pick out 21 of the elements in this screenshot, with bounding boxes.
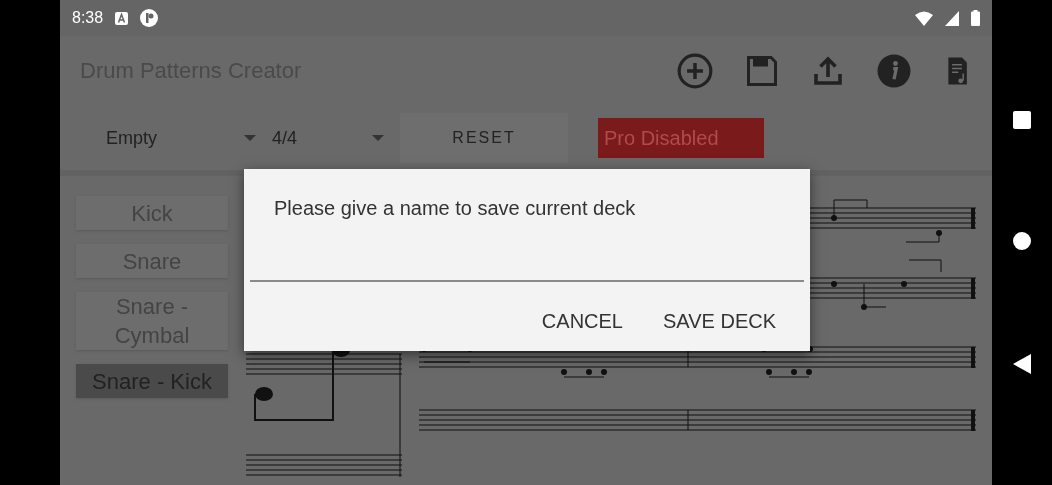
save-deck-button[interactable]: SAVE DECK <box>663 310 776 333</box>
pattern-dropdown[interactable]: Empty <box>106 127 256 149</box>
signal-icon <box>945 10 959 26</box>
dialog-message: Please give a name to save current deck <box>274 197 637 220</box>
notification-icon <box>115 11 129 25</box>
time-signature-dropdown[interactable]: 4/4 <box>272 127 384 149</box>
caret-icon <box>244 135 256 141</box>
save-icon[interactable] <box>744 53 780 89</box>
status-time: 8:38 <box>72 9 104 27</box>
back-icon[interactable] <box>1013 353 1031 374</box>
overview-icon[interactable] <box>1013 111 1031 130</box>
battery-icon <box>971 10 980 26</box>
home-icon[interactable] <box>1012 231 1032 252</box>
app-notification-icon <box>140 9 159 27</box>
wifi-icon <box>915 10 933 26</box>
cancel-button[interactable]: CANCEL <box>541 310 623 333</box>
add-icon[interactable] <box>676 52 714 90</box>
pro-status-label: Pro Disabled <box>598 118 764 158</box>
reset-button[interactable]: RESET <box>400 113 568 163</box>
caret-icon <box>372 135 384 141</box>
info-icon[interactable] <box>876 53 912 89</box>
